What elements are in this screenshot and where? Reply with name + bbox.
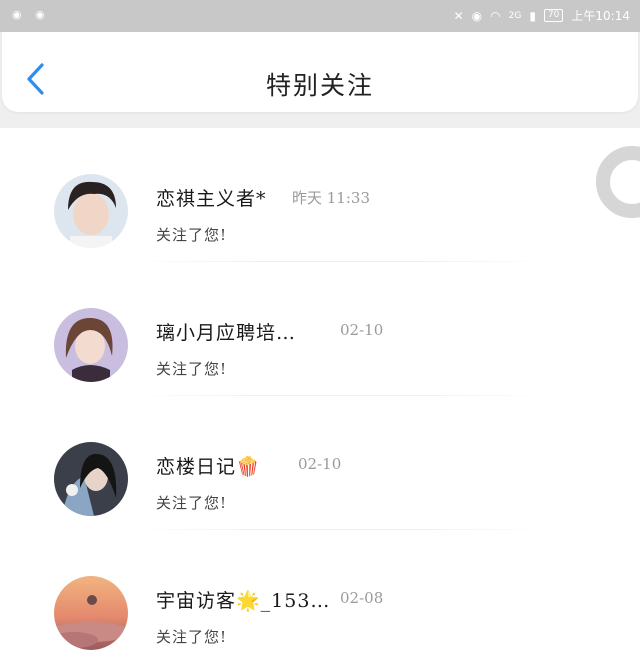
avatar[interactable] xyxy=(54,576,128,650)
list-item[interactable]: 璃小月应聘培… 02-10 关注了您! xyxy=(0,262,640,396)
status-right: ✕ ◉ ◠ 2G ▮ 70 上午10:14 xyxy=(454,7,630,24)
wifi-icon: ◠ xyxy=(490,8,501,23)
item-message: 关注了您! xyxy=(156,360,228,378)
network-type: 2G xyxy=(508,10,522,21)
item-time: 昨天 11:33 xyxy=(292,189,370,207)
item-name: 恋楼日记🍿 xyxy=(156,456,261,478)
avatar[interactable] xyxy=(54,308,128,382)
app-notification-icon: ◉ xyxy=(12,8,22,21)
mute-icon: ✕ xyxy=(453,8,464,23)
item-time: 02-08 xyxy=(340,589,384,607)
item-message: 关注了您! xyxy=(156,628,228,646)
item-message: 关注了您! xyxy=(156,226,228,244)
item-message: 关注了您! xyxy=(156,494,228,512)
battery-level: 70 xyxy=(547,10,560,20)
status-bar: ◉ ◉ ✕ ◉ ◠ 2G ▮ 70 上午10:14 xyxy=(0,0,640,32)
item-time: 02-10 xyxy=(298,455,342,473)
status-time: 上午10:14 xyxy=(571,9,630,23)
list-item[interactable]: 宇宙访客🌟_153… 02-08 关注了您! xyxy=(0,530,640,664)
status-left: ◉ ◉ xyxy=(12,8,55,21)
battery-icon: 70 xyxy=(543,9,564,22)
app-notification-icon: ◉ xyxy=(35,8,45,21)
item-name: 宇宙访客🌟_153… xyxy=(156,590,331,612)
item-time: 02-10 xyxy=(340,321,384,339)
list-item[interactable]: 恋楼日记🍿 02-10 关注了您! xyxy=(0,396,640,530)
signal-icon: ▮ xyxy=(529,8,536,23)
eye-icon: ◉ xyxy=(471,8,483,23)
item-name: 璃小月应聘培… xyxy=(156,322,297,344)
avatar[interactable] xyxy=(54,442,128,516)
list-item[interactable]: 恋祺主义者* 昨天 11:33 关注了您! xyxy=(0,128,640,262)
header-area: 特别关注 xyxy=(0,32,640,128)
follow-list: 恋祺主义者* 昨天 11:33 关注了您! 璃小月应聘培… 02-10 关注了您… xyxy=(0,128,640,664)
page-title: 特别关注 xyxy=(265,71,374,100)
item-name: 恋祺主义者* xyxy=(156,188,267,210)
avatar[interactable] xyxy=(54,174,128,248)
nav-header: 特别关注 xyxy=(2,32,638,112)
